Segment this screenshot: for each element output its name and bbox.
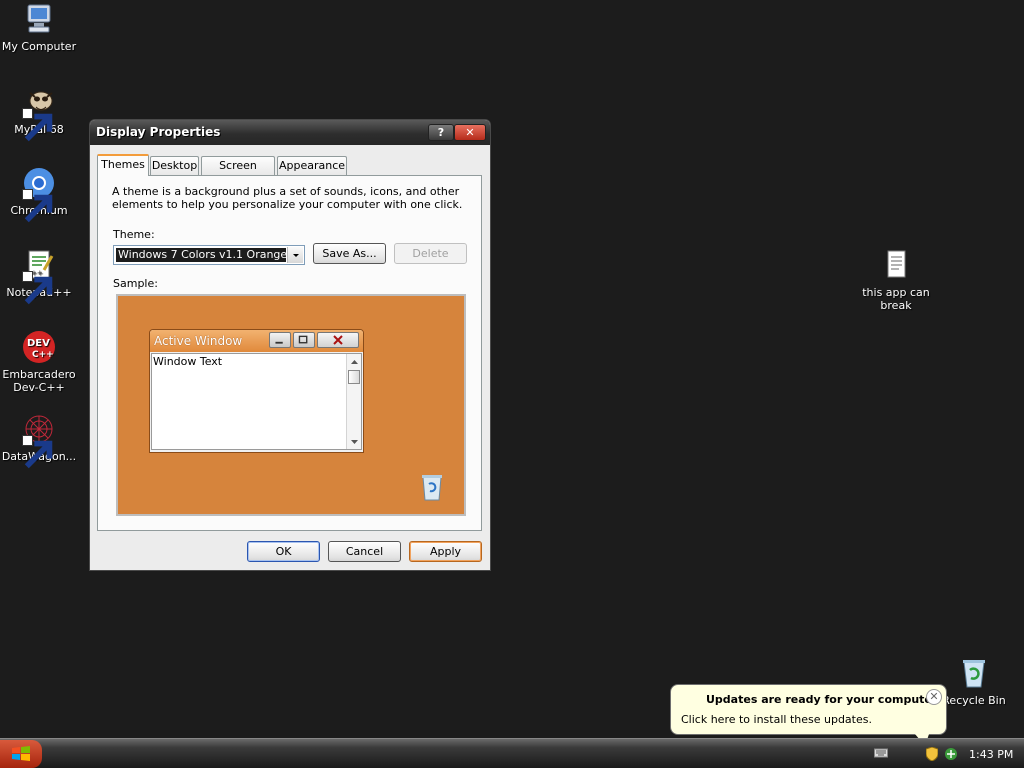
keyboard-icon[interactable] (874, 747, 888, 762)
ok-button[interactable]: OK (247, 541, 320, 562)
scroll-thumb (348, 370, 360, 384)
title-bar[interactable]: Display Properties ? ✕ (90, 120, 490, 145)
desktop-icon-mypal[interactable]: MyPal 68 (0, 85, 79, 142)
cancel-button[interactable]: Cancel (328, 541, 401, 562)
desktop-icon-chromium[interactable]: Chromium (0, 166, 79, 223)
clock[interactable]: 1:43 PM (969, 748, 1013, 761)
tab-appearance[interactable]: Appearance (277, 156, 347, 175)
theme-select[interactable]: Windows 7 Colors v1.1 Orange (113, 245, 305, 265)
desktop-icon-devcpp[interactable]: DEV C++ Embarcadero Dev-C++ (0, 330, 79, 394)
display-properties-window: Display Properties ? ✕ Themes Desktop Sc… (89, 119, 491, 571)
windows-logo-icon (12, 746, 30, 761)
svg-text:DEV: DEV (27, 338, 50, 349)
mypal-icon (22, 85, 56, 142)
tab-screen-saver[interactable]: Screen Saver (201, 156, 275, 189)
notepadpp-icon: ++ (22, 248, 56, 305)
balloon-close-icon[interactable]: ✕ (926, 689, 942, 705)
sample-title-bar: Active Window (150, 330, 363, 352)
close-button[interactable]: ✕ (454, 124, 486, 141)
theme-description: A theme is a background plus a set of so… (112, 185, 463, 211)
sample-label: Sample: (113, 277, 158, 290)
text-file-icon (879, 248, 913, 282)
themes-panel: A theme is a background plus a set of so… (97, 175, 482, 531)
recycle-bin-icon (957, 656, 991, 690)
theme-select-value: Windows 7 Colors v1.1 Orange (116, 248, 286, 262)
sample-active-window: Active Window Window Text (149, 329, 364, 453)
balloon-title: Updates are ready for your computer (706, 693, 938, 706)
window-title: Display Properties (96, 125, 221, 139)
update-notification-balloon[interactable]: Updates are ready for your computer Clic… (670, 684, 947, 735)
desktop-icon-notepadpp[interactable]: ++ Notepad++ (0, 248, 79, 305)
theme-preview: Active Window Window Text (116, 294, 466, 516)
delete-button[interactable]: Delete (394, 243, 467, 264)
desktop-icon-label: My Computer (1, 40, 77, 53)
maximize-icon (293, 332, 315, 348)
shortcut-arrow-icon (22, 271, 53, 305)
desktop-icon-label: this app can break (862, 286, 930, 312)
recycle-bin-icon (422, 475, 442, 501)
apply-button[interactable]: Apply (409, 541, 482, 562)
theme-label: Theme: (113, 228, 155, 241)
desktop-icon-datawagon[interactable]: DataWagon... (0, 412, 79, 469)
sample-scrollbar (346, 354, 361, 449)
security-shield-icon[interactable] (925, 746, 939, 764)
start-button[interactable] (0, 740, 42, 768)
datawagon-icon (22, 412, 56, 469)
minimize-icon (269, 332, 291, 348)
network-icon[interactable] (944, 747, 958, 764)
desktop-icon-label: Embarcadero Dev-C++ (2, 368, 76, 394)
tab-themes[interactable]: Themes (97, 154, 149, 176)
help-button[interactable]: ? (428, 124, 454, 141)
sample-window-title: Active Window (154, 334, 243, 348)
taskbar: 1:43 PM (0, 738, 1024, 768)
shortcut-arrow-icon (22, 435, 53, 469)
sample-window-text: Window Text (153, 355, 223, 368)
balloon-text: Click here to install these updates. (681, 713, 872, 726)
tab-desktop[interactable]: Desktop (150, 156, 199, 175)
chevron-down-icon[interactable] (287, 247, 303, 263)
sample-window-body: Window Text (151, 353, 362, 450)
shortcut-arrow-icon (22, 108, 53, 142)
shortcut-arrow-icon (22, 189, 53, 223)
chromium-icon (22, 166, 56, 223)
devcpp-icon: DEV C++ (22, 330, 56, 364)
desktop-icon-this-app[interactable]: this app can break (856, 248, 936, 312)
save-as-button[interactable]: Save As... (313, 243, 386, 264)
svg-text:C++: C++ (32, 350, 54, 360)
computer-icon (22, 2, 56, 36)
sample-close-icon (317, 332, 359, 348)
desktop-icon-my-computer[interactable]: My Computer (0, 2, 79, 53)
